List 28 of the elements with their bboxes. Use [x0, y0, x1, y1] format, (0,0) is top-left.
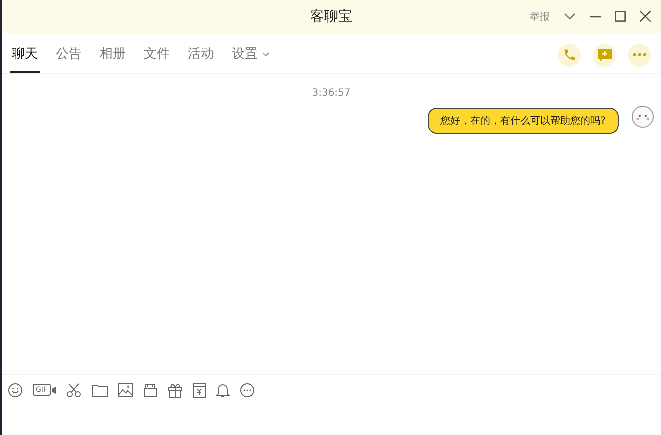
chat-plus-icon [596, 48, 612, 62]
tab[interactable]: 文件 [142, 45, 172, 73]
report-link[interactable]: 举报 [530, 10, 550, 24]
message-time: 3:36:57 [312, 88, 351, 99]
minimize-icon[interactable] [590, 16, 601, 18]
window-title: 客聊宝 [310, 8, 352, 26]
camera-icon [52, 386, 56, 394]
scissors-icon[interactable] [66, 382, 82, 398]
bell-icon[interactable] [216, 382, 230, 398]
more-icon[interactable] [240, 382, 255, 398]
more-icon [632, 53, 646, 57]
avatar-icon [631, 105, 655, 129]
tab[interactable]: 设置 [230, 45, 272, 73]
shop-icon[interactable] [142, 382, 158, 398]
tab[interactable]: 公告 [54, 45, 84, 73]
tab[interactable]: 相册 [98, 45, 128, 73]
tab[interactable]: 活动 [186, 45, 216, 73]
yen-card-icon[interactable] [192, 382, 206, 398]
chevron-down-icon[interactable] [564, 12, 576, 20]
emoji-icon[interactable] [8, 382, 23, 398]
close-icon[interactable] [640, 11, 651, 22]
image-icon[interactable] [118, 383, 133, 397]
maximize-icon[interactable] [615, 11, 626, 22]
gift-icon[interactable] [168, 382, 183, 398]
folder-icon[interactable] [92, 384, 108, 396]
tab[interactable]: 聊天 [10, 45, 40, 73]
phone-icon [562, 48, 576, 62]
message-bubble: 您好，在的，有什么可以帮助您的吗? [428, 108, 619, 134]
